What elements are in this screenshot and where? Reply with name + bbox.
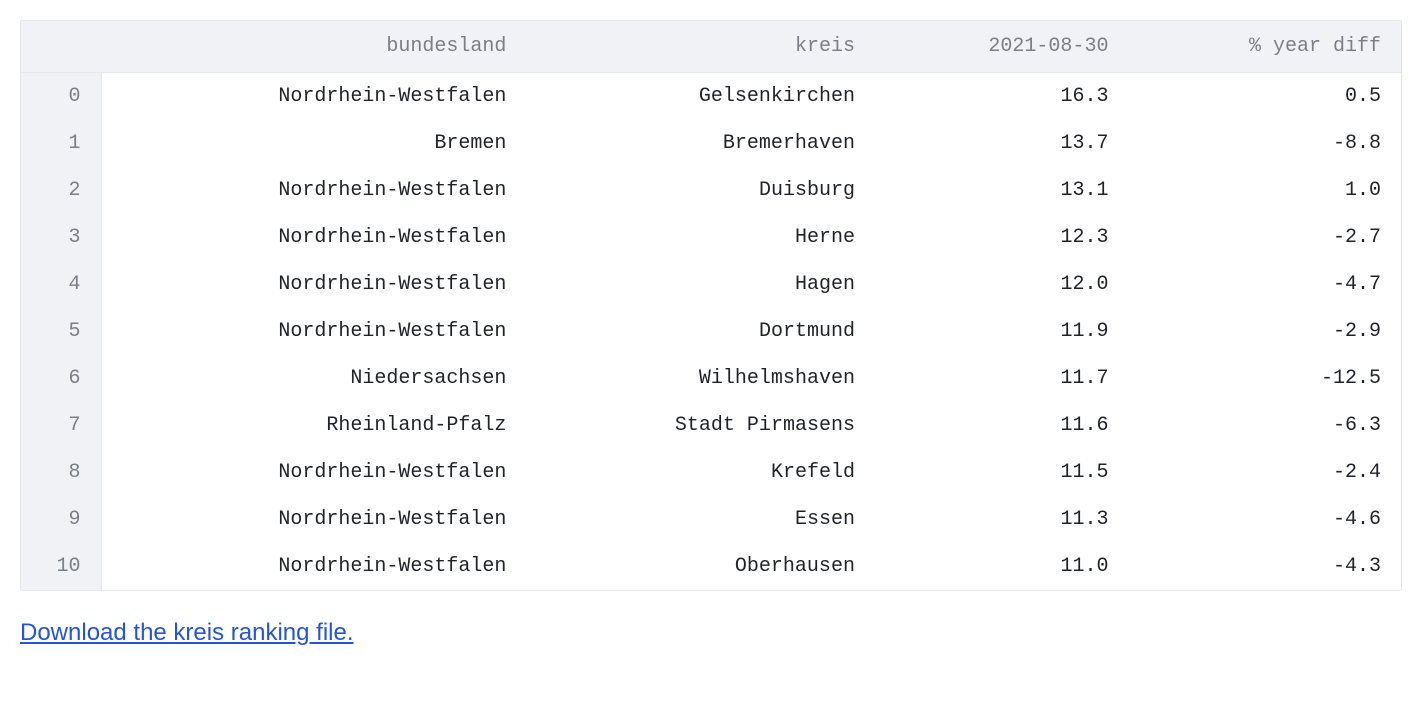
cell-diff: -2.9 xyxy=(1128,308,1401,355)
table-row: 6NiedersachsenWilhelmshaven11.7-12.5 xyxy=(21,355,1401,402)
cell-kreis: Krefeld xyxy=(526,449,875,496)
cell-diff: 0.5 xyxy=(1128,73,1401,121)
cell-date: 11.3 xyxy=(875,496,1129,543)
cell-date: 11.0 xyxy=(875,543,1129,590)
column-header-diff: % year diff xyxy=(1128,21,1401,73)
cell-diff: -12.5 xyxy=(1128,355,1401,402)
cell-date: 12.0 xyxy=(875,261,1129,308)
cell-kreis: Wilhelmshaven xyxy=(526,355,875,402)
cell-date: 11.7 xyxy=(875,355,1129,402)
cell-index: 10 xyxy=(21,543,101,590)
table-row: 1BremenBremerhaven13.7-8.8 xyxy=(21,120,1401,167)
cell-index: 6 xyxy=(21,355,101,402)
cell-diff: 1.0 xyxy=(1128,167,1401,214)
cell-diff: -6.3 xyxy=(1128,402,1401,449)
cell-date: 12.3 xyxy=(875,214,1129,261)
cell-bundesland: Nordrhein-Westfalen xyxy=(101,496,526,543)
cell-bundesland: Nordrhein-Westfalen xyxy=(101,73,526,121)
cell-diff: -2.7 xyxy=(1128,214,1401,261)
cell-bundesland: Nordrhein-Westfalen xyxy=(101,543,526,590)
cell-kreis: Duisburg xyxy=(526,167,875,214)
table-row: 3Nordrhein-WestfalenHerne12.3-2.7 xyxy=(21,214,1401,261)
cell-index: 2 xyxy=(21,167,101,214)
download-link[interactable]: Download the kreis ranking file. xyxy=(20,619,354,647)
cell-index: 1 xyxy=(21,120,101,167)
cell-index: 0 xyxy=(21,73,101,121)
cell-index: 9 xyxy=(21,496,101,543)
table-row: 0Nordrhein-WestfalenGelsenkirchen16.30.5 xyxy=(21,73,1401,121)
table-row: 7Rheinland-PfalzStadt Pirmasens11.6-6.3 xyxy=(21,402,1401,449)
cell-index: 5 xyxy=(21,308,101,355)
cell-date: 11.9 xyxy=(875,308,1129,355)
column-header-index xyxy=(21,21,101,73)
cell-date: 11.5 xyxy=(875,449,1129,496)
column-header-kreis: kreis xyxy=(526,21,875,73)
data-table-container: bundesland kreis 2021-08-30 % year diff … xyxy=(20,20,1402,591)
cell-diff: -2.4 xyxy=(1128,449,1401,496)
cell-bundesland: Nordrhein-Westfalen xyxy=(101,449,526,496)
cell-diff: -4.6 xyxy=(1128,496,1401,543)
column-header-date: 2021-08-30 xyxy=(875,21,1129,73)
table-row: 8Nordrhein-WestfalenKrefeld11.5-2.4 xyxy=(21,449,1401,496)
cell-date: 16.3 xyxy=(875,73,1129,121)
cell-kreis: Oberhausen xyxy=(526,543,875,590)
table-header-row: bundesland kreis 2021-08-30 % year diff xyxy=(21,21,1401,73)
cell-bundesland: Nordrhein-Westfalen xyxy=(101,261,526,308)
cell-bundesland: Nordrhein-Westfalen xyxy=(101,308,526,355)
cell-date: 13.1 xyxy=(875,167,1129,214)
cell-bundesland: Rheinland-Pfalz xyxy=(101,402,526,449)
cell-kreis: Stadt Pirmasens xyxy=(526,402,875,449)
cell-diff: -4.7 xyxy=(1128,261,1401,308)
cell-bundesland: Bremen xyxy=(101,120,526,167)
cell-diff: -8.8 xyxy=(1128,120,1401,167)
cell-kreis: Herne xyxy=(526,214,875,261)
cell-kreis: Gelsenkirchen xyxy=(526,73,875,121)
cell-kreis: Essen xyxy=(526,496,875,543)
cell-index: 7 xyxy=(21,402,101,449)
cell-bundesland: Nordrhein-Westfalen xyxy=(101,167,526,214)
cell-bundesland: Niedersachsen xyxy=(101,355,526,402)
cell-kreis: Dortmund xyxy=(526,308,875,355)
cell-index: 8 xyxy=(21,449,101,496)
cell-date: 13.7 xyxy=(875,120,1129,167)
cell-index: 3 xyxy=(21,214,101,261)
cell-index: 4 xyxy=(21,261,101,308)
cell-kreis: Bremerhaven xyxy=(526,120,875,167)
cell-date: 11.6 xyxy=(875,402,1129,449)
table-row: 9Nordrhein-WestfalenEssen11.3-4.6 xyxy=(21,496,1401,543)
data-table: bundesland kreis 2021-08-30 % year diff … xyxy=(21,21,1401,590)
cell-bundesland: Nordrhein-Westfalen xyxy=(101,214,526,261)
table-row: 5Nordrhein-WestfalenDortmund11.9-2.9 xyxy=(21,308,1401,355)
column-header-bundesland: bundesland xyxy=(101,21,526,73)
cell-diff: -4.3 xyxy=(1128,543,1401,590)
table-row: 2Nordrhein-WestfalenDuisburg13.11.0 xyxy=(21,167,1401,214)
cell-kreis: Hagen xyxy=(526,261,875,308)
table-row: 4Nordrhein-WestfalenHagen12.0-4.7 xyxy=(21,261,1401,308)
table-row: 10Nordrhein-WestfalenOberhausen11.0-4.3 xyxy=(21,543,1401,590)
